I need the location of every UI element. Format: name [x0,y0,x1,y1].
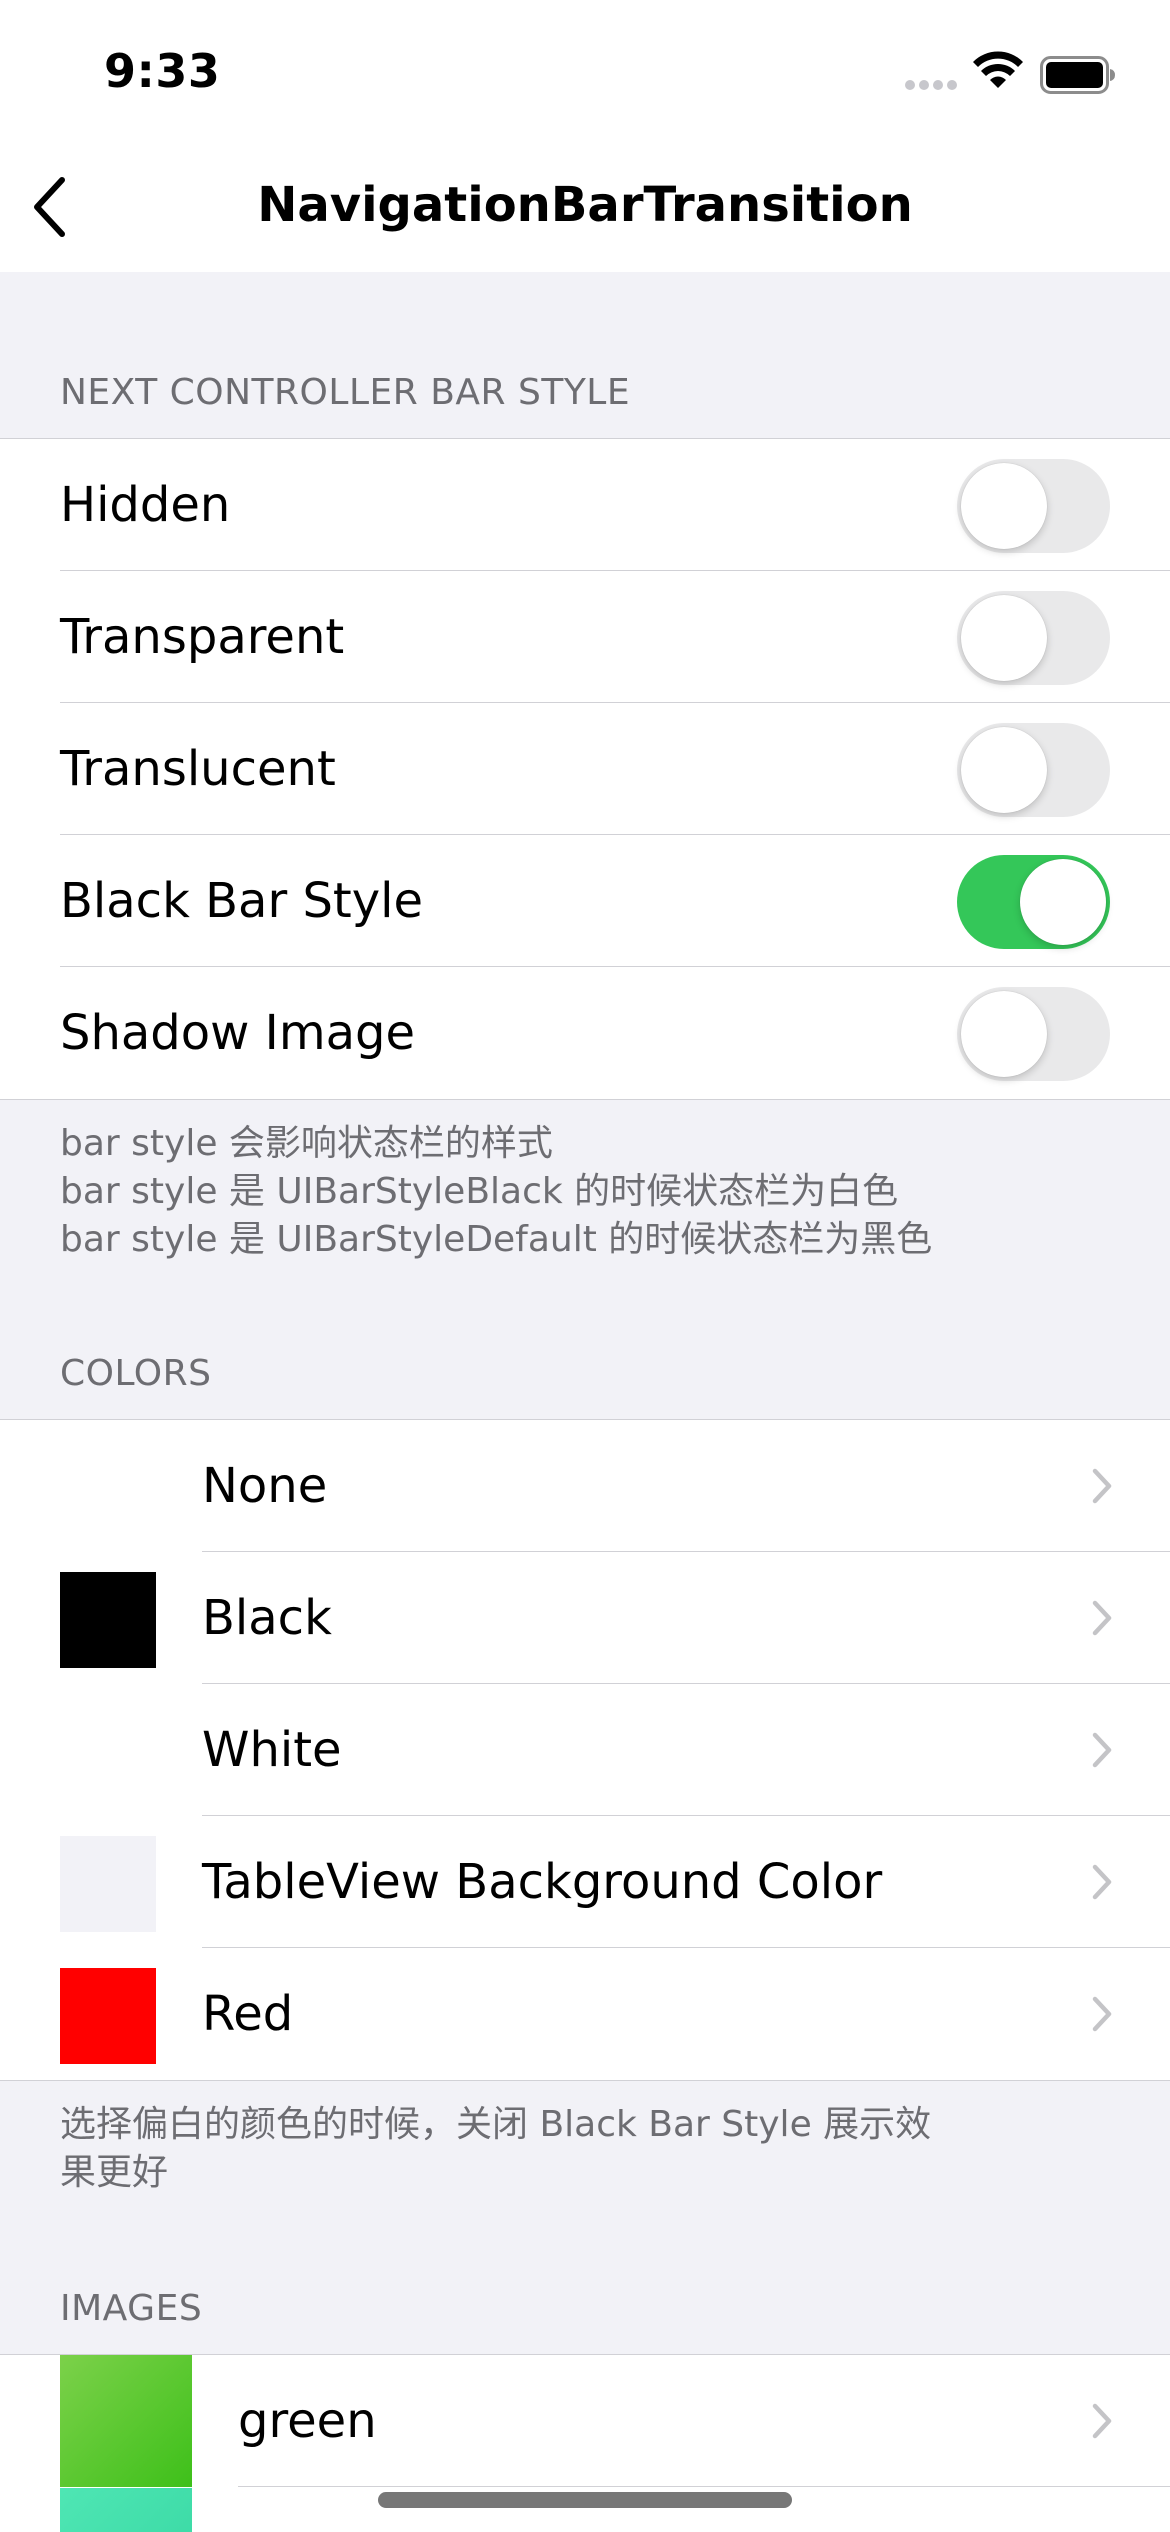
row-separator [238,2485,1170,2487]
next-image-thumbnail [60,2488,192,2532]
color-swatch [60,1836,156,1932]
bar-style-group: Hidden Transparent Translucent Black Bar… [0,438,1170,1100]
status-bar: 9:33 [0,0,1170,142]
footer-line: bar style 是 UIBarStyleDefault 的时候状态栏为黑色 [60,1219,933,1260]
toggle-row-shadow-image: Shadow Image [0,967,1170,1099]
hidden-switch[interactable] [957,459,1110,553]
row-label: Black [202,1590,332,1646]
color-swatch [60,1572,156,1668]
row-label: Translucent [60,741,336,797]
footer-line: bar style 是 UIBarStyleBlack 的时候状态栏为白色 [60,1171,899,1212]
translucent-switch[interactable] [957,723,1110,817]
section-header-images: IMAGES [60,2288,203,2329]
section-footer-bar-style: bar style 会影响状态栏的样式 bar style 是 UIBarSty… [60,1120,1060,1264]
page-title: NavigationBarTransition [257,177,913,233]
row-label: Transparent [60,609,345,665]
footer-line: 选择偏白的颜色的时候，关闭 Black Bar Style 展示效 [60,2104,932,2145]
color-row-black[interactable]: Black [0,1552,1170,1684]
toggle-row-hidden: Hidden [0,439,1170,571]
screen: 9:33 NavigationBarTransition NEXT CONTRO… [0,0,1170,2532]
navigation-bar: NavigationBarTransition [0,142,1170,272]
switch-knob [961,727,1047,813]
battery-icon [1040,56,1115,94]
switch-knob [961,463,1047,549]
home-indicator [378,2492,792,2508]
row-label: green [238,2393,377,2449]
color-swatch [60,1968,156,2064]
image-row-green[interactable]: green [0,2355,1170,2487]
chevron-right-icon [1092,2403,1112,2439]
chevron-right-icon [1092,1600,1112,1636]
chevron-right-icon [1092,1864,1112,1900]
row-label: Red [202,1986,294,2042]
shadow-image-switch[interactable] [957,987,1110,1081]
color-swatch [60,1704,156,1800]
row-label: Black Bar Style [60,873,424,929]
toggle-row-black-bar-style: Black Bar Style [0,835,1170,967]
row-label: White [202,1722,342,1778]
row-label: TableView Background Color [202,1854,883,1910]
footer-line: 果更好 [60,2152,169,2193]
wifi-icon [973,51,1023,88]
color-row-none[interactable]: None [0,1420,1170,1552]
row-label: None [202,1458,328,1514]
section-header-colors: COLORS [60,1353,212,1394]
transparent-switch[interactable] [957,591,1110,685]
colors-group: None Black White TableView Background Co… [0,1419,1170,2081]
chevron-right-icon [1092,1732,1112,1768]
chevron-right-icon [1092,1996,1112,2032]
row-label: Hidden [60,477,231,533]
row-label: Shadow Image [60,1005,415,1061]
cellular-signal-icon [905,80,957,94]
black-bar-style-switch[interactable] [957,855,1110,949]
toggle-row-transparent: Transparent [0,571,1170,703]
switch-knob [961,595,1047,681]
switch-knob [1020,859,1106,945]
section-header-bar-style: NEXT CONTROLLER BAR STYLE [60,372,631,413]
color-row-white[interactable]: White [0,1684,1170,1816]
toggle-row-translucent: Translucent [0,703,1170,835]
switch-knob [961,991,1047,1077]
status-time: 9:33 [104,44,221,98]
chevron-right-icon [1092,1468,1112,1504]
section-footer-colors: 选择偏白的颜色的时候，关闭 Black Bar Style 展示效 果更好 [60,2101,1060,2197]
footer-line: bar style 会影响状态栏的样式 [60,1123,553,1164]
color-row-red[interactable]: Red [0,1948,1170,2080]
green-image-thumbnail [60,2355,192,2487]
color-row-tableview-background[interactable]: TableView Background Color [0,1816,1170,1948]
